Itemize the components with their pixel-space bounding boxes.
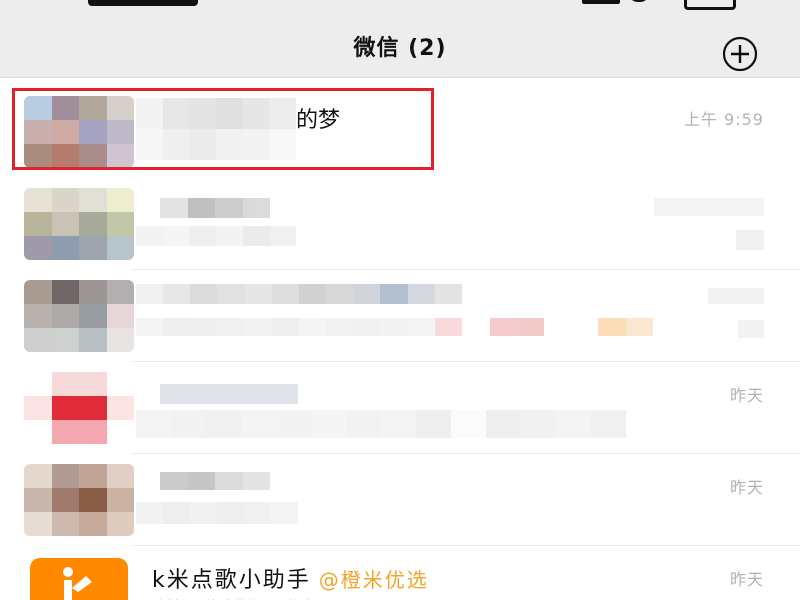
chat-row-5[interactable]: 昨天 [0, 454, 800, 546]
chat-time: 昨天 [729, 570, 764, 589]
avatar [24, 280, 134, 352]
blurred-name [136, 98, 296, 160]
blurred-preview [136, 502, 298, 524]
chat-time: 上午 9:59 [683, 110, 764, 129]
avatar [24, 464, 134, 536]
blurred-time [654, 198, 764, 216]
page-title: 微信 (2) [353, 36, 447, 61]
chat-name-text: k米点歌小助手 [152, 568, 311, 593]
blurred-name [160, 198, 270, 218]
blurred-time [708, 288, 764, 304]
chat-tag: @橙米优选 [318, 568, 429, 592]
chat-row-3[interactable] [0, 270, 800, 362]
k-letter-icon [63, 567, 92, 600]
blurred-name [160, 384, 298, 404]
status-time [88, 0, 198, 6]
kmi-logo-icon [30, 558, 128, 600]
avatar [24, 188, 134, 260]
chat-row-2[interactable] [0, 178, 800, 270]
wifi-icon [628, 0, 650, 2]
avatar [24, 96, 134, 168]
blurred-preview [136, 410, 626, 438]
chat-name: 的梦 [296, 108, 341, 133]
chat-time: 昨天 [729, 478, 764, 497]
blurred-preview [136, 226, 296, 246]
nav-bar: 微信 (2) [0, 14, 800, 78]
status-bar [0, 0, 800, 14]
chat-name: k米点歌小助手 @橙米优选 [152, 562, 429, 594]
chat-row-1[interactable]: 的梦 上午 9:59 [0, 86, 800, 178]
battery-icon [684, 0, 736, 10]
blurred-badge [736, 230, 764, 250]
avatar [24, 372, 134, 444]
blurred-name [136, 284, 462, 304]
signal-icon [582, 0, 620, 4]
blurred-name [160, 472, 270, 490]
chat-preview: [链接] 邀请你加入群聊 [152, 594, 314, 600]
blurred-badge [738, 320, 764, 338]
chat-time: 昨天 [729, 386, 764, 405]
chat-row-4[interactable]: 昨天 [0, 362, 800, 454]
blurred-preview [136, 318, 680, 336]
plus-circle-icon [722, 36, 758, 72]
add-button[interactable] [720, 34, 760, 74]
